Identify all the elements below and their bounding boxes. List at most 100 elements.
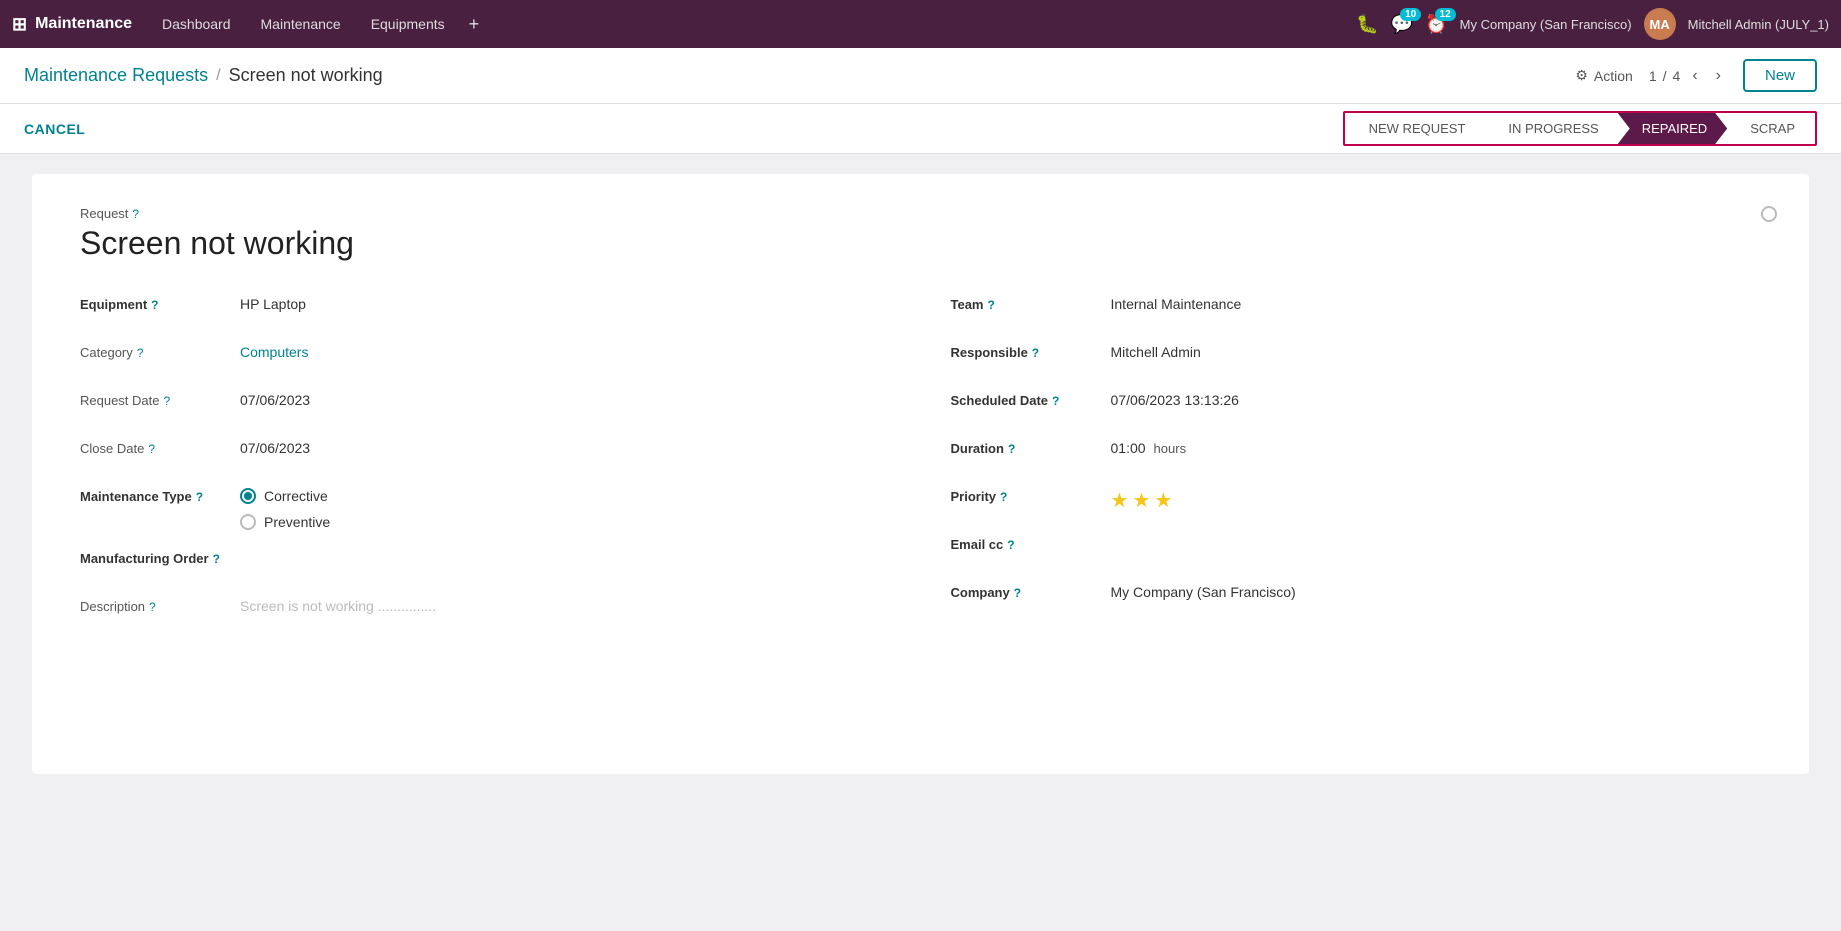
breadcrumb-separator: / bbox=[216, 67, 220, 85]
nav-maintenance[interactable]: Maintenance bbox=[247, 10, 355, 38]
equipment-value: HP Laptop bbox=[240, 294, 891, 312]
add-menu-button[interactable]: + bbox=[461, 10, 488, 39]
team-label: Team ? bbox=[951, 294, 1111, 312]
duration-number: 01:00 bbox=[1111, 440, 1146, 456]
form-card: Request ? Screen not working Equipment ?… bbox=[32, 174, 1809, 774]
manufacturing-order-label: Manufacturing Order ? bbox=[80, 548, 240, 566]
gear-icon: ⚙ bbox=[1575, 67, 1588, 84]
nav-equipments[interactable]: Equipments bbox=[357, 10, 459, 38]
user-name: Mitchell Admin (JULY_1) bbox=[1688, 17, 1829, 32]
pagination-sep: / bbox=[1663, 68, 1667, 84]
priority-value: ★ ★ ★ bbox=[1111, 486, 1762, 513]
company-value: My Company (San Francisco) bbox=[1111, 582, 1762, 600]
app-name: Maintenance bbox=[35, 15, 132, 33]
request-date-help-icon[interactable]: ? bbox=[164, 394, 171, 408]
duration-field: 01:00 hours bbox=[1111, 440, 1762, 456]
request-label-text: Request bbox=[80, 206, 128, 221]
category-help-icon[interactable]: ? bbox=[137, 346, 144, 360]
subheader: Maintenance Requests / Screen not workin… bbox=[0, 48, 1841, 104]
radio-corrective[interactable]: Corrective bbox=[240, 488, 891, 504]
scheduled-date-help-icon[interactable]: ? bbox=[1052, 394, 1059, 408]
field-duration: Duration ? 01:00 hours bbox=[951, 438, 1762, 468]
company-label: Company ? bbox=[951, 582, 1111, 600]
field-manufacturing-order: Manufacturing Order ? bbox=[80, 548, 891, 578]
radio-preventive-label: Preventive bbox=[264, 514, 330, 530]
stage-new-request[interactable]: NEW REQUEST bbox=[1345, 113, 1486, 144]
new-button[interactable]: New bbox=[1743, 59, 1817, 92]
form-body: Equipment ? HP Laptop Category ? Compute… bbox=[80, 294, 1761, 644]
responsible-label: Responsible ? bbox=[951, 342, 1111, 360]
equipment-help-icon[interactable]: ? bbox=[151, 298, 158, 312]
pagination-total: 4 bbox=[1673, 68, 1681, 84]
subheader-actions: ⚙ Action 1 / 4 ‹ › New bbox=[1575, 59, 1817, 92]
pagination-current: 1 bbox=[1649, 68, 1657, 84]
description-help-icon[interactable]: ? bbox=[149, 600, 156, 614]
stage-repaired[interactable]: REPAIRED bbox=[1618, 113, 1728, 144]
clock-icon[interactable]: ⏰ 12 bbox=[1425, 14, 1447, 35]
app-brand[interactable]: ⊞ Maintenance bbox=[12, 14, 132, 35]
breadcrumb-current: Screen not working bbox=[229, 65, 383, 86]
request-help-icon[interactable]: ? bbox=[132, 207, 139, 221]
star-3[interactable]: ★ bbox=[1154, 488, 1172, 513]
email-cc-value[interactable] bbox=[1111, 534, 1762, 536]
messages-icon[interactable]: 💬 10 bbox=[1391, 14, 1413, 35]
form-left: Equipment ? HP Laptop Category ? Compute… bbox=[80, 294, 891, 644]
category-value[interactable]: Computers bbox=[240, 342, 891, 360]
description-value[interactable]: Screen is not working ............... bbox=[240, 596, 891, 614]
breadcrumb: Maintenance Requests / Screen not workin… bbox=[24, 65, 383, 86]
field-responsible: Responsible ? Mitchell Admin bbox=[951, 342, 1762, 372]
pagination: 1 / 4 ‹ › bbox=[1649, 65, 1727, 87]
nav-links: Dashboard Maintenance Equipments + bbox=[148, 10, 1352, 39]
field-maintenance-type: Maintenance Type ? Corrective Preventive bbox=[80, 486, 891, 530]
status-indicator bbox=[1761, 206, 1777, 222]
field-equipment: Equipment ? HP Laptop bbox=[80, 294, 891, 324]
field-priority: Priority ? ★ ★ ★ bbox=[951, 486, 1762, 516]
next-page-button[interactable]: › bbox=[1710, 65, 1727, 87]
main-content: Request ? Screen not working Equipment ?… bbox=[0, 154, 1841, 794]
request-title: Screen not working bbox=[80, 225, 1761, 262]
close-date-value: 07/06/2023 bbox=[240, 438, 891, 456]
maintenance-type-label: Maintenance Type ? bbox=[80, 486, 240, 504]
company-name: My Company (San Francisco) bbox=[1460, 17, 1632, 32]
maintenance-type-value: Corrective Preventive bbox=[240, 486, 891, 530]
close-date-help-icon[interactable]: ? bbox=[148, 442, 155, 456]
star-2[interactable]: ★ bbox=[1132, 488, 1150, 513]
clock-badge: 12 bbox=[1435, 8, 1456, 21]
action-button[interactable]: ⚙ Action bbox=[1575, 67, 1632, 84]
company-help-icon[interactable]: ? bbox=[1014, 586, 1021, 600]
email-cc-help-icon[interactable]: ? bbox=[1007, 538, 1014, 552]
priority-stars[interactable]: ★ ★ ★ bbox=[1111, 488, 1762, 513]
breadcrumb-parent[interactable]: Maintenance Requests bbox=[24, 65, 208, 86]
cancel-button[interactable]: CANCEL bbox=[24, 121, 85, 137]
maintenance-type-help-icon[interactable]: ? bbox=[196, 490, 203, 504]
prev-page-button[interactable]: ‹ bbox=[1686, 65, 1703, 87]
team-value: Internal Maintenance bbox=[1111, 294, 1762, 312]
star-1[interactable]: ★ bbox=[1111, 488, 1129, 513]
stage-scrap[interactable]: SCRAP bbox=[1726, 113, 1815, 144]
stage-in-progress[interactable]: IN PROGRESS bbox=[1484, 113, 1618, 144]
nav-dashboard[interactable]: Dashboard bbox=[148, 10, 245, 38]
team-help-icon[interactable]: ? bbox=[988, 298, 995, 312]
radio-corrective-label: Corrective bbox=[264, 488, 328, 504]
email-cc-label: Email cc ? bbox=[951, 534, 1111, 552]
stage-pipeline: NEW REQUEST IN PROGRESS REPAIRED SCRAP bbox=[1343, 111, 1817, 146]
bug-icon[interactable]: 🐛 bbox=[1356, 14, 1378, 35]
radio-corrective-circle bbox=[240, 488, 256, 504]
radio-preventive[interactable]: Preventive bbox=[240, 514, 891, 530]
manufacturing-order-value bbox=[240, 548, 891, 550]
scheduled-date-label: Scheduled Date ? bbox=[951, 390, 1111, 408]
field-scheduled-date: Scheduled Date ? 07/06/2023 13:13:26 bbox=[951, 390, 1762, 420]
priority-help-icon[interactable]: ? bbox=[1000, 490, 1007, 504]
responsible-help-icon[interactable]: ? bbox=[1032, 346, 1039, 360]
manufacturing-order-help-icon[interactable]: ? bbox=[213, 552, 220, 566]
radio-group: Corrective Preventive bbox=[240, 488, 891, 530]
close-date-label: Close Date ? bbox=[80, 438, 240, 456]
duration-value: 01:00 hours bbox=[1111, 438, 1762, 456]
grid-icon: ⊞ bbox=[12, 14, 27, 35]
duration-help-icon[interactable]: ? bbox=[1008, 442, 1015, 456]
field-request-date: Request Date ? 07/06/2023 bbox=[80, 390, 891, 420]
user-avatar[interactable]: MA bbox=[1644, 8, 1676, 40]
duration-label: Duration ? bbox=[951, 438, 1111, 456]
nav-right: 🐛 💬 10 ⏰ 12 My Company (San Francisco) M… bbox=[1356, 8, 1829, 40]
action-label: Action bbox=[1594, 68, 1633, 84]
